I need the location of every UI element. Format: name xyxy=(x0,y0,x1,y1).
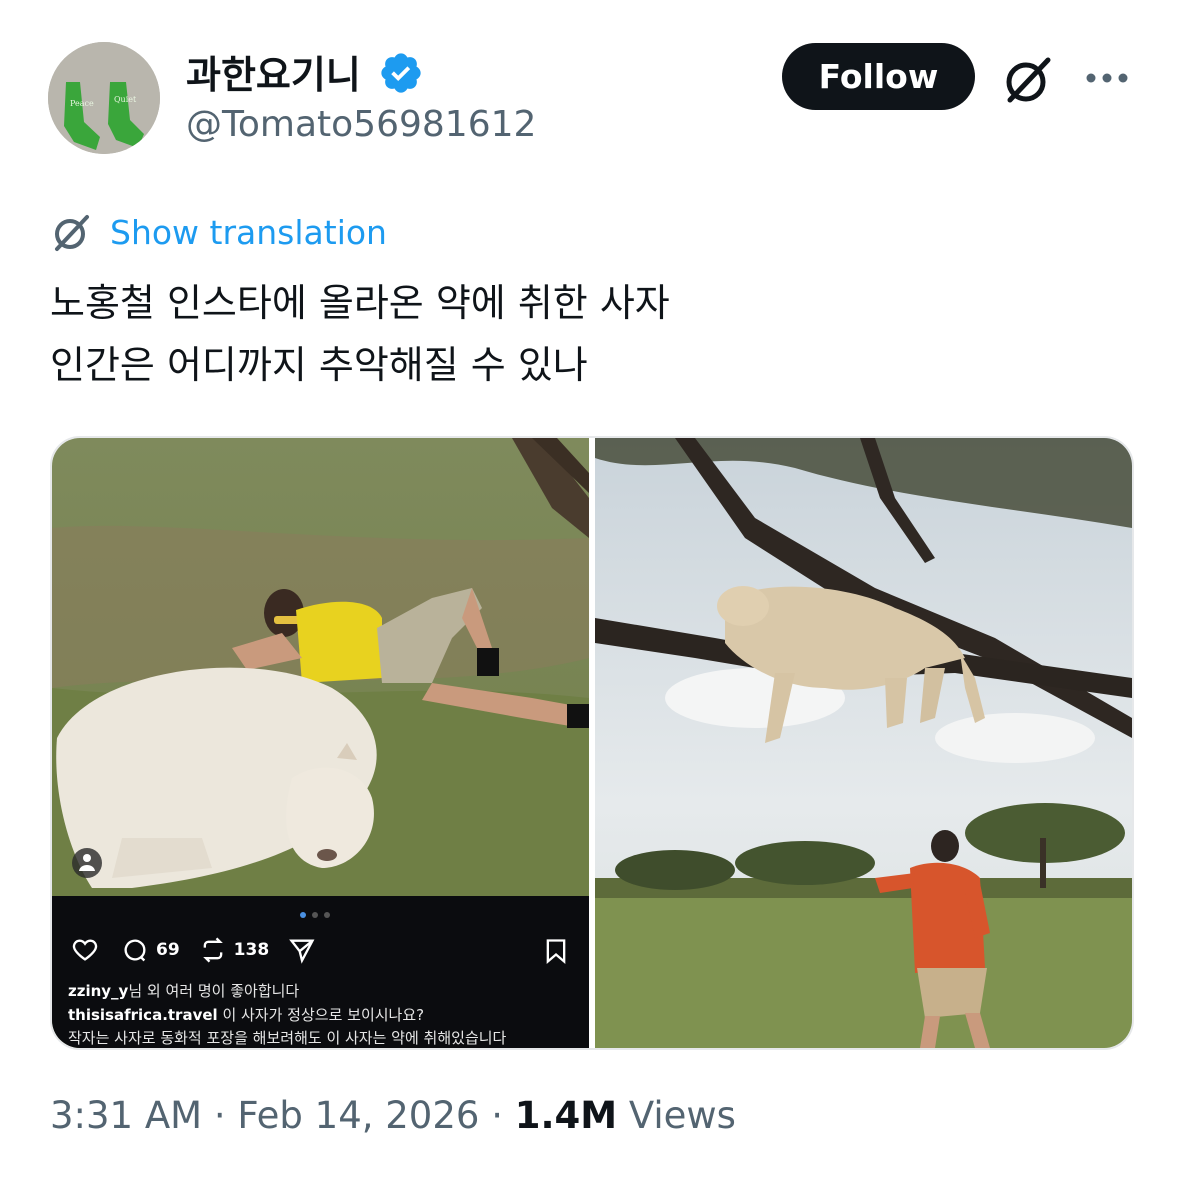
tweet-date[interactable]: Feb 14, 2026 xyxy=(237,1094,479,1137)
more-options-icon[interactable] xyxy=(1082,58,1132,98)
sock-text-left: Peace xyxy=(70,99,94,108)
tweet-text-line: 노홍철 인스타에 올라온 약에 취한 사자 xyxy=(50,281,670,325)
avatar-image: Peace Quiet xyxy=(48,42,160,154)
sock-text-right: Quiet xyxy=(114,95,137,104)
author-handle[interactable]: @Tomato56981612 xyxy=(186,104,536,145)
separator: · xyxy=(213,1094,226,1137)
bookmark-icon xyxy=(546,939,566,965)
views-count: 1.4M xyxy=(514,1094,618,1137)
grok-icon[interactable] xyxy=(1000,52,1056,108)
tweet-metadata: 3:31 AM · Feb 14, 2026 · 1.4M Views xyxy=(50,1094,736,1137)
heart-icon xyxy=(72,939,98,961)
caption-continued: 작자는 사자로 동화적 포장을 해보려해도 이 사자는 약에 취해있습니다 xyxy=(68,1029,507,1047)
comment-icon xyxy=(124,939,146,962)
instagram-post-footer xyxy=(52,896,589,1048)
carousel-dot xyxy=(312,912,318,918)
carousel-dots xyxy=(300,912,330,918)
grok-translate-icon xyxy=(55,215,89,251)
liked-by-user: zziny_y xyxy=(68,982,129,1000)
repost-icon xyxy=(202,937,223,963)
show-translation-label: Show translation xyxy=(110,212,387,252)
instagram-actions: 69 138 xyxy=(70,934,317,966)
liked-by-line: zziny_y님 외 여러 명이 좋아합니다 xyxy=(68,980,299,1001)
author-name[interactable]: 과한요기니 xyxy=(186,44,361,99)
views-label: Views xyxy=(628,1094,736,1137)
tweet-time[interactable]: 3:31 AM xyxy=(50,1094,202,1137)
caption-line: thisisafrica.travel 이 사자가 정상으로 보이시나요? xyxy=(68,1004,424,1025)
liked-by-suffix: 님 외 여러 명이 좋아합니다 xyxy=(128,982,300,1000)
share-icon xyxy=(289,939,315,964)
comment-count: 69 xyxy=(156,940,180,960)
tweet-text: 노홍철 인스타에 올라온 약에 취한 사자 인간은 어디까지 추악해질 수 있나 xyxy=(50,272,1130,396)
separator: · xyxy=(491,1094,503,1137)
show-translation-link[interactable]: Show translation xyxy=(50,208,387,256)
repost-count: 138 xyxy=(233,940,270,960)
caption-text: 이 사자가 정상으로 보이시나요? xyxy=(217,1006,425,1024)
follow-button[interactable]: Follow xyxy=(782,43,975,110)
tweet-text-line: 인간은 어디까지 추악해질 수 있나 xyxy=(50,343,588,387)
caption-user: thisisafrica.travel xyxy=(68,1006,218,1024)
photo-lion-in-tree[interactable] xyxy=(595,438,1132,1048)
verified-badge-icon[interactable] xyxy=(378,50,424,96)
carousel-dot-active xyxy=(300,912,306,918)
media-gallery[interactable]: 69 138 zziny_y님 외 여러 명이 좋아합니다 thisisafri… xyxy=(50,436,1134,1050)
carousel-dot xyxy=(324,912,330,918)
avatar[interactable]: Peace Quiet xyxy=(48,42,160,154)
